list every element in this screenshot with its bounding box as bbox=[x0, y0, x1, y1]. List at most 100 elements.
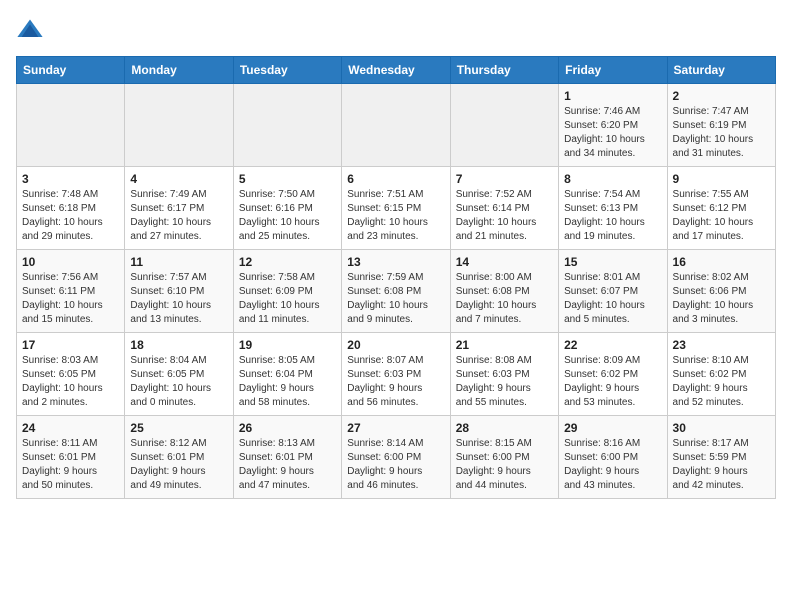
day-info: Sunrise: 8:07 AM Sunset: 6:03 PM Dayligh… bbox=[347, 354, 444, 410]
week-row-4: 17Sunrise: 8:03 AM Sunset: 6:05 PM Dayli… bbox=[17, 333, 776, 416]
day-info: Sunrise: 8:09 AM Sunset: 6:02 PM Dayligh… bbox=[564, 354, 661, 410]
day-cell: 17Sunrise: 8:03 AM Sunset: 6:05 PM Dayli… bbox=[17, 333, 125, 416]
calendar-body: 1Sunrise: 7:46 AM Sunset: 6:20 PM Daylig… bbox=[17, 84, 776, 499]
day-info: Sunrise: 8:10 AM Sunset: 6:02 PM Dayligh… bbox=[673, 354, 770, 410]
week-row-5: 24 Sunrise: 8:11 AM Sunset: 6:01 PM Dayli… bbox=[17, 416, 776, 499]
day-number: 24 bbox=[22, 421, 119, 435]
day-info: Sunrise: 7:54 AM Sunset: 6:13 PM Dayligh… bbox=[564, 188, 661, 244]
day-info: Sunrise: 8:12 AM Sunset: 6:01 PM Dayligh… bbox=[130, 437, 227, 493]
day-number: 6 bbox=[347, 172, 444, 186]
day-cell: 13 Sunrise: 7:59 AM Sunset: 6:08 PM Dayli… bbox=[342, 250, 450, 333]
calendar-header: SundayMondayTuesdayWednesdayThursdayFrid… bbox=[17, 57, 776, 84]
weekday-header-tuesday: Tuesday bbox=[233, 57, 341, 84]
day-number: 9 bbox=[673, 172, 770, 186]
day-info: Sunrise: 8:05 AM Sunset: 6:04 PM Dayligh… bbox=[239, 354, 336, 410]
day-number: 14 bbox=[456, 255, 553, 269]
day-cell: 12 Sunrise: 7:58 AM Sunset: 6:09 PM Dayli… bbox=[233, 250, 341, 333]
week-row-1: 1Sunrise: 7:46 AM Sunset: 6:20 PM Daylig… bbox=[17, 84, 776, 167]
day-cell: 15 Sunrise: 8:01 AM Sunset: 6:07 PM Dayli… bbox=[559, 250, 667, 333]
day-cell: 30 Sunrise: 8:17 AM Sunset: 5:59 PM Dayli… bbox=[667, 416, 775, 499]
day-info: Sunrise: 8:02 AM Sunset: 6:06 PM Dayligh… bbox=[673, 271, 770, 327]
day-number: 10 bbox=[22, 255, 119, 269]
day-cell: 27 Sunrise: 8:14 AM Sunset: 6:00 PM Dayli… bbox=[342, 416, 450, 499]
day-number: 4 bbox=[130, 172, 227, 186]
day-cell: 14 Sunrise: 8:00 AM Sunset: 6:08 PM Dayli… bbox=[450, 250, 558, 333]
weekday-row: SundayMondayTuesdayWednesdayThursdayFrid… bbox=[17, 57, 776, 84]
day-number: 8 bbox=[564, 172, 661, 186]
day-number: 21 bbox=[456, 338, 553, 352]
day-info: Sunrise: 7:56 AM Sunset: 6:11 PM Dayligh… bbox=[22, 271, 119, 327]
day-info: Sunrise: 8:16 AM Sunset: 6:00 PM Dayligh… bbox=[564, 437, 661, 493]
day-info: Sunrise: 7:50 AM Sunset: 6:16 PM Dayligh… bbox=[239, 188, 336, 244]
page-header bbox=[16, 16, 776, 44]
day-info: Sunrise: 8:14 AM Sunset: 6:00 PM Dayligh… bbox=[347, 437, 444, 493]
weekday-header-thursday: Thursday bbox=[450, 57, 558, 84]
day-number: 16 bbox=[673, 255, 770, 269]
day-cell: 24 Sunrise: 8:11 AM Sunset: 6:01 PM Dayli… bbox=[17, 416, 125, 499]
day-cell: 11Sunrise: 7:57 AM Sunset: 6:10 PM Dayli… bbox=[125, 250, 233, 333]
day-number: 28 bbox=[456, 421, 553, 435]
day-cell: 18 Sunrise: 8:04 AM Sunset: 6:05 PM Dayli… bbox=[125, 333, 233, 416]
day-number: 11 bbox=[130, 255, 227, 269]
day-info: Sunrise: 7:59 AM Sunset: 6:08 PM Dayligh… bbox=[347, 271, 444, 327]
day-cell: 1Sunrise: 7:46 AM Sunset: 6:20 PM Daylig… bbox=[559, 84, 667, 167]
calendar-table: SundayMondayTuesdayWednesdayThursdayFrid… bbox=[16, 56, 776, 499]
weekday-header-saturday: Saturday bbox=[667, 57, 775, 84]
day-cell: 23 Sunrise: 8:10 AM Sunset: 6:02 PM Dayli… bbox=[667, 333, 775, 416]
day-info: Sunrise: 7:52 AM Sunset: 6:14 PM Dayligh… bbox=[456, 188, 553, 244]
weekday-header-monday: Monday bbox=[125, 57, 233, 84]
day-cell: 20 Sunrise: 8:07 AM Sunset: 6:03 PM Dayli… bbox=[342, 333, 450, 416]
day-info: Sunrise: 8:00 AM Sunset: 6:08 PM Dayligh… bbox=[456, 271, 553, 327]
day-number: 25 bbox=[130, 421, 227, 435]
day-info: Sunrise: 8:11 AM Sunset: 6:01 PM Dayligh… bbox=[22, 437, 119, 493]
day-cell: 10 Sunrise: 7:56 AM Sunset: 6:11 PM Dayli… bbox=[17, 250, 125, 333]
week-row-3: 10 Sunrise: 7:56 AM Sunset: 6:11 PM Dayli… bbox=[17, 250, 776, 333]
day-cell: 2 Sunrise: 7:47 AM Sunset: 6:19 PM Daylig… bbox=[667, 84, 775, 167]
day-number: 23 bbox=[673, 338, 770, 352]
day-cell: 7 Sunrise: 7:52 AM Sunset: 6:14 PM Daylig… bbox=[450, 167, 558, 250]
week-row-2: 3Sunrise: 7:48 AM Sunset: 6:18 PM Daylig… bbox=[17, 167, 776, 250]
day-number: 2 bbox=[673, 89, 770, 103]
day-cell: 26 Sunrise: 8:13 AM Sunset: 6:01 PM Dayli… bbox=[233, 416, 341, 499]
day-number: 27 bbox=[347, 421, 444, 435]
day-number: 20 bbox=[347, 338, 444, 352]
day-number: 17 bbox=[22, 338, 119, 352]
day-number: 15 bbox=[564, 255, 661, 269]
day-cell bbox=[450, 84, 558, 167]
day-info: Sunrise: 7:58 AM Sunset: 6:09 PM Dayligh… bbox=[239, 271, 336, 327]
weekday-header-friday: Friday bbox=[559, 57, 667, 84]
day-info: Sunrise: 8:08 AM Sunset: 6:03 PM Dayligh… bbox=[456, 354, 553, 410]
day-cell: 8 Sunrise: 7:54 AM Sunset: 6:13 PM Daylig… bbox=[559, 167, 667, 250]
day-number: 5 bbox=[239, 172, 336, 186]
day-number: 7 bbox=[456, 172, 553, 186]
weekday-header-wednesday: Wednesday bbox=[342, 57, 450, 84]
day-info: Sunrise: 8:17 AM Sunset: 5:59 PM Dayligh… bbox=[673, 437, 770, 493]
day-info: Sunrise: 7:49 AM Sunset: 6:17 PM Dayligh… bbox=[130, 188, 227, 244]
day-number: 18 bbox=[130, 338, 227, 352]
day-cell: 6Sunrise: 7:51 AM Sunset: 6:15 PM Daylig… bbox=[342, 167, 450, 250]
day-number: 1 bbox=[564, 89, 661, 103]
day-number: 12 bbox=[239, 255, 336, 269]
day-number: 13 bbox=[347, 255, 444, 269]
day-info: Sunrise: 8:01 AM Sunset: 6:07 PM Dayligh… bbox=[564, 271, 661, 327]
logo-icon bbox=[16, 16, 44, 44]
day-number: 30 bbox=[673, 421, 770, 435]
day-cell: 22 Sunrise: 8:09 AM Sunset: 6:02 PM Dayli… bbox=[559, 333, 667, 416]
day-info: Sunrise: 8:13 AM Sunset: 6:01 PM Dayligh… bbox=[239, 437, 336, 493]
day-info: Sunrise: 7:47 AM Sunset: 6:19 PM Dayligh… bbox=[673, 105, 770, 161]
day-info: Sunrise: 7:55 AM Sunset: 6:12 PM Dayligh… bbox=[673, 188, 770, 244]
day-number: 3 bbox=[22, 172, 119, 186]
day-cell: 3Sunrise: 7:48 AM Sunset: 6:18 PM Daylig… bbox=[17, 167, 125, 250]
day-info: Sunrise: 8:15 AM Sunset: 6:00 PM Dayligh… bbox=[456, 437, 553, 493]
day-cell: 25 Sunrise: 8:12 AM Sunset: 6:01 PM Dayli… bbox=[125, 416, 233, 499]
day-cell: 29 Sunrise: 8:16 AM Sunset: 6:00 PM Dayli… bbox=[559, 416, 667, 499]
day-number: 26 bbox=[239, 421, 336, 435]
day-cell bbox=[342, 84, 450, 167]
day-cell bbox=[17, 84, 125, 167]
day-cell: 16 Sunrise: 8:02 AM Sunset: 6:06 PM Dayli… bbox=[667, 250, 775, 333]
day-number: 22 bbox=[564, 338, 661, 352]
day-info: Sunrise: 8:04 AM Sunset: 6:05 PM Dayligh… bbox=[130, 354, 227, 410]
day-cell: 28 Sunrise: 8:15 AM Sunset: 6:00 PM Dayli… bbox=[450, 416, 558, 499]
day-number: 29 bbox=[564, 421, 661, 435]
day-cell: 5 Sunrise: 7:50 AM Sunset: 6:16 PM Daylig… bbox=[233, 167, 341, 250]
